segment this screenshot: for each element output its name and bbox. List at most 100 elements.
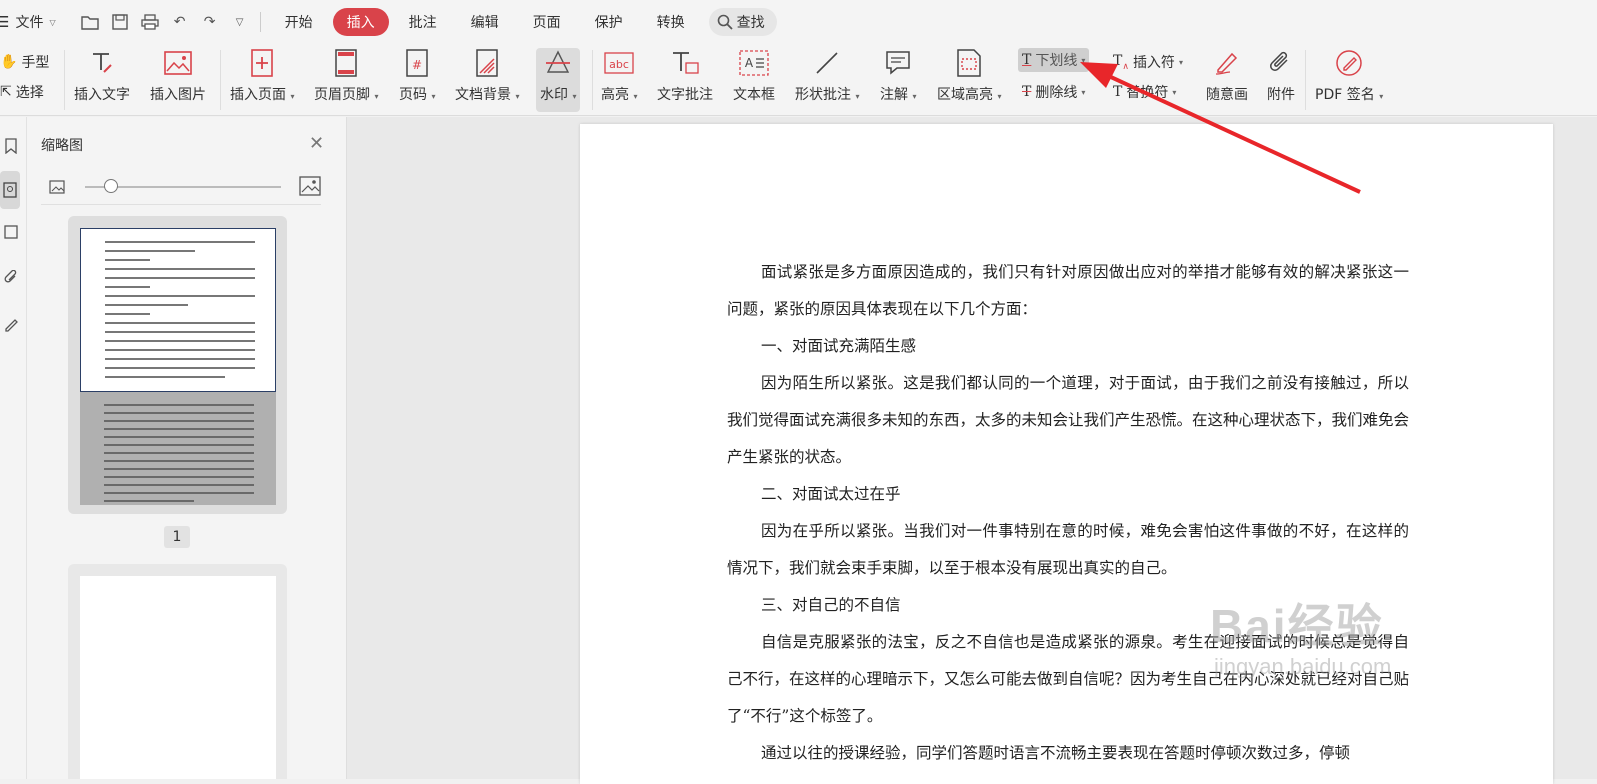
chevron-down-icon: ▾ xyxy=(1081,87,1086,97)
watermark-url: jingyan.baidu.com xyxy=(1214,654,1392,679)
add-page-icon xyxy=(247,48,277,78)
tab-page[interactable]: 页面 xyxy=(519,8,575,36)
watermark-button[interactable]: 水印 ▾ xyxy=(536,48,581,112)
ribbon-tabs: 开始 插入 批注 编辑 页面 保护 转换 xyxy=(271,8,699,36)
page-thumbnail[interactable] xyxy=(68,564,287,779)
text-comment-button[interactable]: 文字批注 xyxy=(657,48,713,112)
doc-background-button[interactable]: 文档背景 ▾ xyxy=(455,48,519,112)
freehand-button[interactable]: 随意画 xyxy=(1206,48,1248,112)
highlight-label: 高亮 ▾ xyxy=(601,87,638,103)
page-number-label: 1 xyxy=(164,526,190,548)
highlight-button[interactable]: abc 高亮 ▾ xyxy=(601,48,637,112)
tab-protect[interactable]: 保护 xyxy=(581,8,637,36)
tab-comment[interactable]: 批注 xyxy=(395,8,451,36)
page-thumbnail[interactable] xyxy=(68,216,287,514)
divider xyxy=(1305,50,1306,110)
replace-mark-icon: T xyxy=(1113,84,1123,100)
tab-convert[interactable]: 转换 xyxy=(643,8,699,36)
svg-text:abc: abc xyxy=(609,58,629,71)
watermark-brand: Bai经验 xyxy=(1210,600,1384,652)
large-image-icon[interactable] xyxy=(299,176,321,200)
strikethrough-button[interactable]: T 删除线 ▾ xyxy=(1022,82,1085,102)
replace-mark-button[interactable]: T 替换符 ▾ xyxy=(1113,82,1176,102)
area-highlight-button[interactable]: 区域高亮 ▾ xyxy=(937,48,1001,112)
insert-image-label: 插入图片 xyxy=(150,87,206,103)
chevron-down-icon: ▽ xyxy=(49,17,56,27)
freehand-label: 随意画 xyxy=(1206,87,1248,103)
chevron-down-icon: ▾ xyxy=(1178,57,1183,67)
ribbon-toolbar: ✋ 手型 ⇱ 选择 插入文字 插入图片 插入页面 ▾ 页眉页脚 ▾ # 页码 ▾… xyxy=(0,44,1597,116)
attachment-button[interactable]: 附件 xyxy=(1266,48,1296,112)
thumbnail-page-image xyxy=(80,576,276,779)
thumbnail-size-slider[interactable] xyxy=(47,175,321,199)
annotation-label: 注解 ▾ xyxy=(880,87,917,103)
side-navigation xyxy=(0,117,27,779)
close-icon[interactable]: ✕ xyxy=(309,133,324,154)
file-menu[interactable]: ☰ 文件 ▽ xyxy=(0,12,64,32)
tab-insert[interactable]: 插入 xyxy=(332,8,389,36)
divider xyxy=(220,50,221,110)
image-icon xyxy=(163,48,193,78)
annotation-button[interactable]: 注解 ▾ xyxy=(880,48,916,112)
text-comment-icon xyxy=(670,48,700,78)
doc-background-icon xyxy=(472,48,502,78)
file-menu-label: 文件 xyxy=(15,15,44,31)
attachment-icon[interactable] xyxy=(0,267,22,289)
hand-icon: ✋ xyxy=(0,54,18,70)
header-footer-button[interactable]: 页眉页脚 ▾ xyxy=(314,48,378,112)
insert-text-label: 插入文字 xyxy=(74,87,130,103)
insert-page-button[interactable]: 插入页面 ▾ xyxy=(230,48,294,112)
select-tool-button[interactable]: ⇱ 选择 xyxy=(0,82,44,102)
customize-toolbar-icon[interactable]: ▽ xyxy=(230,12,250,32)
search-label: 查找 xyxy=(736,15,765,31)
strikethrough-icon: T xyxy=(1022,84,1032,100)
quick-access-toolbar: ↶ ↷ ▽ xyxy=(80,12,250,32)
insert-text-icon xyxy=(87,48,117,78)
hand-tool-button[interactable]: ✋ 手型 xyxy=(0,52,49,72)
undo-icon[interactable]: ↶ xyxy=(170,12,190,32)
text-comment-label: 文字批注 xyxy=(657,87,713,103)
header-footer-icon xyxy=(331,48,361,78)
thumbnail-icon[interactable] xyxy=(0,171,20,209)
chevron-down-icon: ▾ xyxy=(1172,87,1177,97)
line-icon xyxy=(812,48,842,78)
highlight-icon: abc xyxy=(604,48,634,78)
paragraph: 因为在乎所以紧张。当我们对一件事特别在意的时候，难免会害怕这件事做的不好，在这样… xyxy=(727,522,1409,577)
underline-button[interactable]: T 下划线 ▾ xyxy=(1018,48,1090,72)
shape-comment-label: 形状批注 ▾ xyxy=(795,87,860,103)
print-icon[interactable] xyxy=(140,12,160,32)
underline-icon: T xyxy=(1022,52,1032,68)
baidu-jingyan-watermark: Bai经验 jingyan.baidu.com xyxy=(1210,590,1391,680)
save-icon[interactable] xyxy=(110,12,130,32)
search-button[interactable]: 查找 xyxy=(708,8,777,36)
select-tool-label: 选择 xyxy=(15,85,44,101)
signature-panel-icon[interactable] xyxy=(0,313,22,335)
insert-mark-button[interactable]: T∧ 插入符 ▾ xyxy=(1113,52,1183,72)
small-image-icon[interactable] xyxy=(49,179,65,198)
slider-handle[interactable] xyxy=(104,179,118,193)
tab-start[interactable]: 开始 xyxy=(271,8,327,36)
page-number-button[interactable]: # 页码 ▾ xyxy=(399,48,435,112)
annotation-list-icon[interactable] xyxy=(0,221,22,243)
open-folder-icon[interactable] xyxy=(80,12,100,32)
redo-icon[interactable]: ↷ xyxy=(200,12,220,32)
pdf-sign-button[interactable]: PDF 签名 ▾ xyxy=(1315,48,1383,112)
panel-title: 缩略图 xyxy=(41,138,83,154)
page-number-icon: # xyxy=(402,48,432,78)
paragraph: 面试紧张是多方面原因造成的，我们只有针对原因做出应对的举措才能够有效的解决紧张这… xyxy=(727,263,1409,318)
shape-comment-button[interactable]: 形状批注 ▾ xyxy=(795,48,859,112)
insert-text-button[interactable]: 插入文字 xyxy=(74,48,130,112)
bookmark-icon[interactable] xyxy=(0,135,22,157)
divider xyxy=(259,12,261,32)
insert-page-label: 插入页面 ▾ xyxy=(230,87,295,103)
watermark-label: 水印 ▾ xyxy=(540,87,577,103)
text-box-button[interactable]: A 文本框 xyxy=(733,48,775,112)
signature-icon xyxy=(1334,48,1364,78)
tab-edit[interactable]: 编辑 xyxy=(457,8,513,36)
svg-text:#: # xyxy=(412,58,422,72)
divider xyxy=(64,50,65,110)
underline-label: 下划线 xyxy=(1035,53,1078,69)
thumbnail-panel: 缩略图 ✕ 1 xyxy=(27,117,368,779)
text-box-label: 文本框 xyxy=(733,87,775,103)
insert-image-button[interactable]: 插入图片 xyxy=(150,48,206,112)
